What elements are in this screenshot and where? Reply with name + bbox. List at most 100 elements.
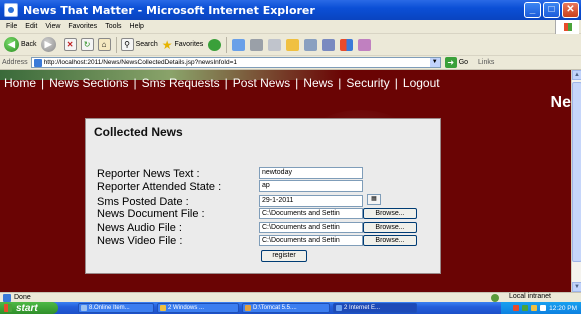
go-button[interactable]: ➜ Go	[444, 57, 469, 68]
menu-help[interactable]: Help	[130, 23, 144, 30]
nav-security[interactable]: Security	[343, 76, 392, 90]
stop-icon[interactable]: ✕	[63, 38, 77, 51]
panel-title: Collected News	[94, 125, 183, 139]
video-file-label: News Video File :	[97, 235, 183, 247]
messenger-icon[interactable]	[340, 38, 354, 51]
minimize-button[interactable]: _	[524, 2, 541, 18]
star-icon: ★	[161, 37, 173, 52]
toolbar: ◀ Back ▶ ✕ ↻ ⌂ ⚲ Search ★ Favorites	[0, 34, 581, 56]
back-button[interactable]: ◀ Back	[4, 37, 37, 52]
scroll-down-icon[interactable]: ▼	[572, 282, 581, 292]
go-arrow-icon: ➜	[444, 57, 457, 68]
scroll-up-icon[interactable]: ▲	[572, 70, 581, 80]
page-viewport: Home | News Sections | Sms Requests | Po…	[0, 70, 571, 292]
nav-logout[interactable]: Logout	[400, 76, 443, 90]
edit-icon[interactable]	[304, 38, 318, 51]
attended-state-input[interactable]: ap	[259, 180, 363, 192]
nav-divider: |	[224, 76, 228, 90]
task-online-item[interactable]: 8.Online Item...	[78, 303, 154, 313]
nav-divider: |	[394, 76, 398, 90]
maximize-button[interactable]: □	[543, 2, 560, 18]
nav-sms-requests[interactable]: Sms Requests	[139, 76, 223, 90]
menu-view[interactable]: View	[45, 23, 60, 30]
document-file-label: News Document File :	[97, 208, 205, 220]
forward-button[interactable]: ▶	[40, 37, 56, 52]
search-button[interactable]: ⚲ Search	[120, 38, 158, 51]
taskbar: start 8.Online Item... 2 Windows ... D:\…	[0, 302, 581, 314]
tray-icon[interactable]	[513, 305, 520, 311]
mail-icon[interactable]	[250, 38, 264, 51]
tray-icon[interactable]	[522, 305, 529, 311]
calendar-icon[interactable]: ▦	[367, 194, 381, 205]
scroll-thumb[interactable]	[572, 82, 581, 262]
toolbar-separator-2	[226, 36, 228, 53]
menu-file[interactable]: File	[6, 23, 17, 30]
menu-favorites[interactable]: Favorites	[68, 23, 97, 30]
media-icon[interactable]	[208, 38, 222, 51]
address-bar: Address http://localhost:2011/News/NewsC…	[0, 56, 581, 70]
audio-browse-button[interactable]: Browse...	[363, 222, 417, 233]
register-button[interactable]: register	[261, 250, 307, 262]
tomcat-icon	[245, 305, 251, 311]
status-text: Done	[14, 294, 31, 301]
audio-file-input[interactable]: C:\Documents and Settin	[259, 222, 363, 233]
forward-arrow-icon: ▶	[40, 37, 56, 52]
page-icon	[33, 58, 42, 67]
research-icon[interactable]	[358, 38, 372, 51]
intranet-icon	[491, 294, 499, 302]
discuss-icon[interactable]	[322, 38, 336, 51]
url-text: http://localhost:2011/News/NewsCollected…	[43, 59, 238, 66]
windows-logo-icon	[4, 304, 12, 312]
print-icon[interactable]	[268, 38, 282, 51]
posted-date-input[interactable]: 29-1-2011	[259, 195, 363, 207]
folder-icon	[160, 305, 166, 311]
status-bar: Done Local intranet	[0, 292, 581, 302]
security-zone: Local intranet	[508, 293, 551, 300]
back-arrow-icon: ◀	[4, 37, 19, 52]
start-button[interactable]: start	[0, 302, 58, 314]
menu-tools[interactable]: Tools	[105, 23, 121, 30]
task-windows[interactable]: 2 Windows ...	[157, 303, 239, 313]
favorites-button[interactable]: ★ Favorites	[162, 38, 204, 52]
video-browse-button[interactable]: Browse...	[363, 235, 417, 246]
back-label: Back	[21, 41, 37, 48]
nav-news[interactable]: News	[300, 76, 336, 90]
nav-news-sections[interactable]: News Sections	[46, 76, 131, 90]
document-browse-button[interactable]: Browse...	[363, 208, 417, 219]
menu-edit[interactable]: Edit	[25, 23, 37, 30]
site-nav: Home | News Sections | Sms Requests | Po…	[0, 75, 571, 91]
task-label: 2 Windows ...	[168, 305, 205, 311]
document-file-input[interactable]: C:\Documents and Settin	[259, 208, 363, 219]
vertical-scrollbar[interactable]: ▲ ▼	[571, 70, 581, 292]
url-field[interactable]: http://localhost:2011/News/NewsCollected…	[30, 57, 441, 68]
favorites-label: Favorites	[174, 41, 204, 48]
address-label: Address	[2, 59, 28, 66]
site-heading: Ne	[550, 94, 571, 111]
home-icon[interactable]: ⌂	[97, 38, 111, 51]
refresh-icon[interactable]: ↻	[80, 38, 94, 51]
links-button[interactable]: Links	[478, 59, 494, 66]
task-internet-explorer[interactable]: 2 Internet E...	[333, 303, 417, 313]
chevron-down-icon[interactable]: ▼	[429, 58, 440, 67]
video-file-input[interactable]: C:\Documents and Settin	[259, 235, 363, 246]
nav-post-news[interactable]: Post News	[230, 76, 293, 90]
task-tomcat[interactable]: D:\Tomcat 5.5....	[242, 303, 330, 313]
go-label: Go	[458, 59, 469, 66]
ie-icon	[336, 305, 342, 311]
tray-icon[interactable]	[540, 305, 547, 311]
nav-divider: |	[295, 76, 299, 90]
clock[interactable]: 12:20 PM	[549, 305, 577, 312]
menu-bar: File Edit View Favorites Tools Help	[0, 20, 581, 34]
folder-icon[interactable]	[286, 38, 300, 51]
task-label: 8.Online Item...	[89, 305, 130, 311]
search-label: Search	[135, 41, 158, 48]
start-label: start	[16, 302, 38, 314]
window-title: News That Matter - Microsoft Internet Ex…	[23, 3, 315, 17]
reporter-text-input[interactable]: newtoday	[259, 167, 363, 179]
tray-icon[interactable]	[531, 305, 538, 311]
nav-home[interactable]: Home	[0, 76, 39, 90]
reporter-text-label: Reporter News Text :	[97, 168, 200, 180]
close-button[interactable]: ✕	[562, 2, 579, 18]
history-icon[interactable]	[232, 38, 246, 51]
nav-divider: |	[338, 76, 342, 90]
